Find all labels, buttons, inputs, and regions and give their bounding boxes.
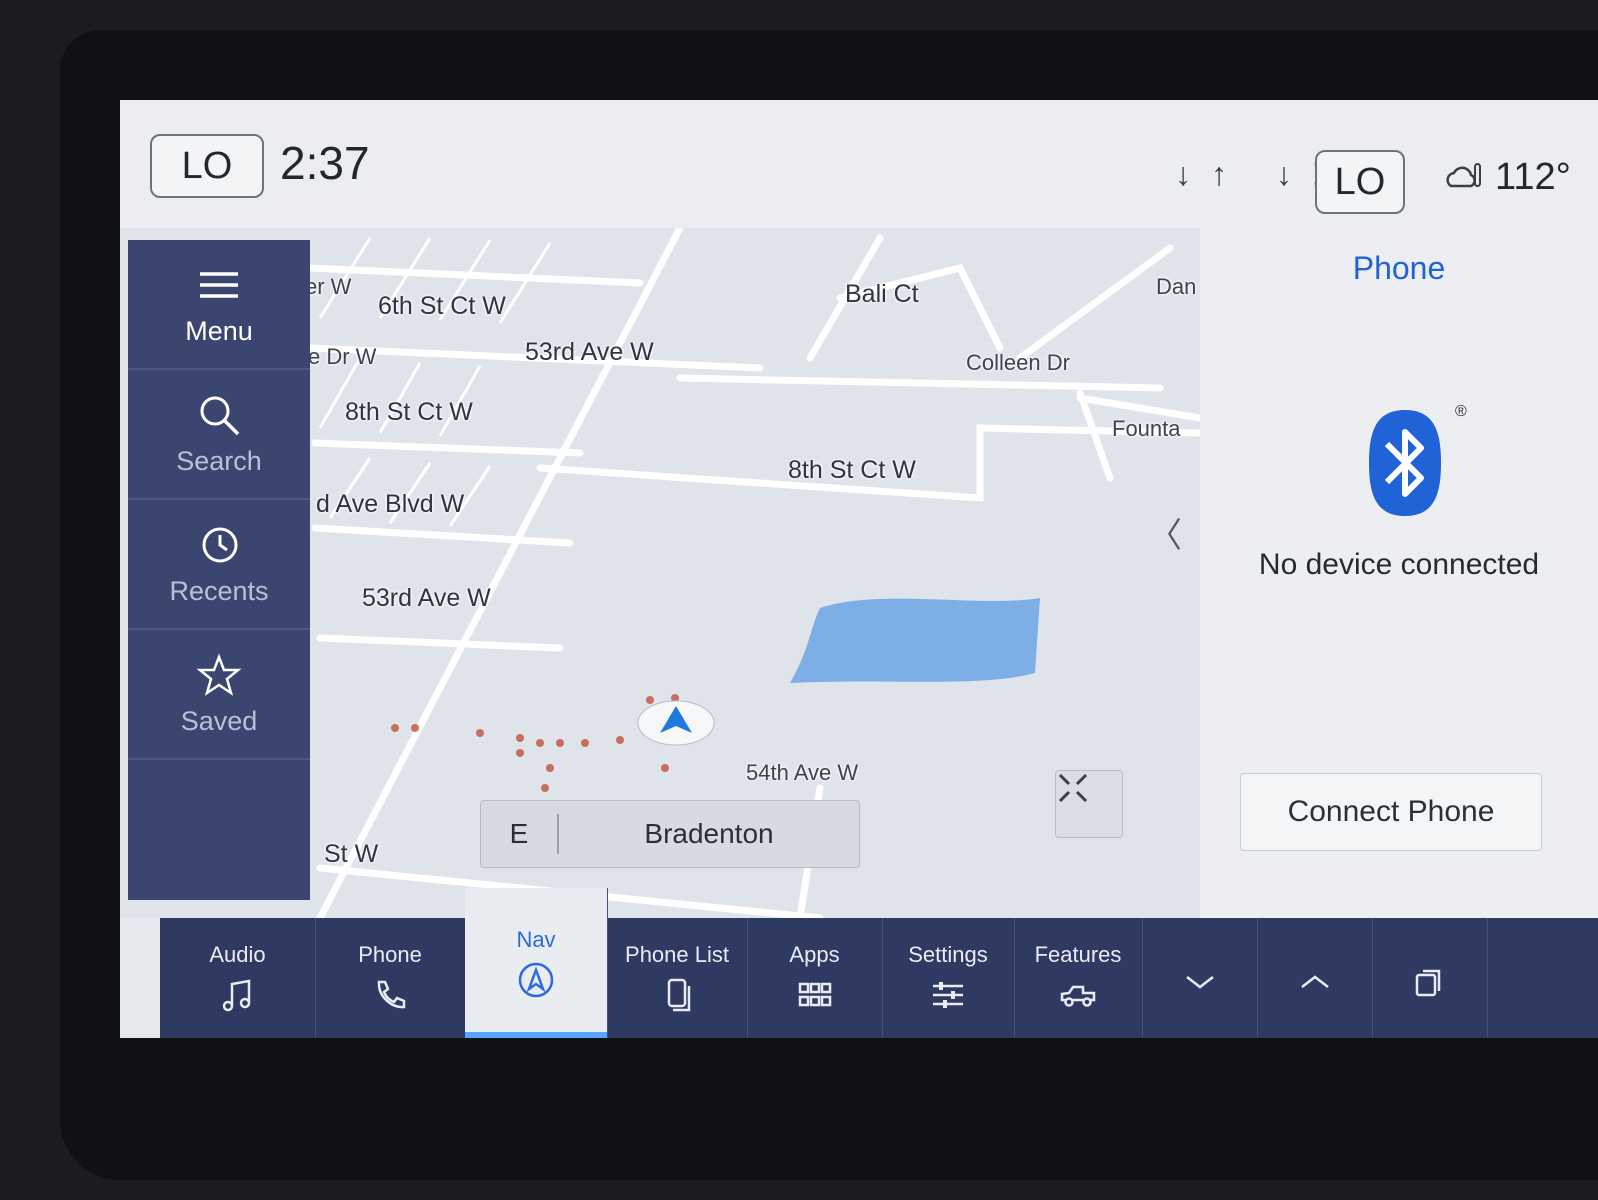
phone-panel: Phone ® No device connected Connect Phon…	[1200, 228, 1598, 918]
connection-status: No device connected	[1258, 548, 1540, 581]
street-label: 6th St Ct W	[378, 292, 506, 320]
tab-settings-label: Settings	[908, 942, 988, 967]
tab-features[interactable]: Features	[1014, 918, 1143, 1038]
passenger-temp-label: LO	[1334, 160, 1386, 203]
infotainment-screen: LO 2:37 ↓↑ ↓! LO 112° er W 6th St Ct W e…	[120, 100, 1598, 1038]
cards-stack-icon	[1415, 969, 1440, 997]
chevron-up-icon	[1300, 975, 1329, 988]
bottom-tab-bar: Audio Phone Nav Phone List Apps Settings…	[160, 888, 1598, 1038]
outside-temp-value: 112°	[1495, 156, 1571, 198]
street-label: e Dr W	[308, 344, 377, 369]
street-label: Dan	[1156, 274, 1197, 299]
cloud-thermometer-icon	[1446, 162, 1481, 187]
heading-indicator: E	[481, 814, 559, 854]
phone-icon	[377, 980, 406, 1009]
street-label: 53rd Ave W	[362, 584, 491, 612]
saved-button[interactable]: Saved	[128, 630, 310, 760]
tab-phone[interactable]: Phone	[315, 918, 466, 1038]
passenger-temp-button[interactable]: LO	[1315, 150, 1405, 214]
star-icon	[196, 653, 242, 696]
nav-icon	[518, 962, 554, 998]
search-button[interactable]: Search	[128, 370, 310, 500]
tab-phone-label: Phone	[358, 942, 422, 967]
heading-city-bar[interactable]: E Bradenton	[480, 800, 860, 868]
outside-temp: 112°	[1445, 156, 1571, 199]
tab-features-label: Features	[1034, 942, 1122, 967]
connect-phone-label: Connect Phone	[1287, 795, 1495, 828]
sliders-icon	[933, 982, 963, 1008]
bluetooth-icon	[1369, 410, 1441, 516]
scroll-down-button[interactable]	[1142, 918, 1258, 1038]
status-bar: LO 2:37 ↓↑ ↓! LO 112°	[120, 100, 1598, 230]
tab-apps-label: Apps	[789, 942, 840, 967]
phone-list-icon	[667, 978, 691, 1012]
street-label: Founta	[1112, 416, 1181, 441]
collapse-panel-button[interactable]: 〈	[1148, 508, 1182, 557]
panel-title: Phone	[1352, 250, 1446, 286]
street-label: Bali Ct	[845, 280, 919, 308]
tab-audio[interactable]: Audio	[160, 918, 316, 1038]
street-label: St W	[324, 840, 379, 868]
music-note-icon	[222, 979, 250, 1012]
street-label: 54th Ave W	[746, 760, 859, 785]
scroll-up-button[interactable]	[1257, 918, 1373, 1038]
tab-nav-label: Nav	[516, 927, 556, 952]
menu-button[interactable]: Menu	[128, 240, 310, 370]
saved-label: Saved	[180, 705, 258, 736]
apps-grid-icon	[798, 982, 831, 1007]
truck-icon	[1060, 985, 1096, 1007]
menu-label: Menu	[185, 315, 253, 346]
search-icon	[200, 396, 240, 435]
driver-temp-label: LO	[181, 144, 233, 187]
recents-button[interactable]: Recents	[128, 500, 310, 630]
history-icon	[202, 527, 238, 562]
tab-apps[interactable]: Apps	[747, 918, 883, 1038]
connect-phone-button[interactable]: Connect Phone	[1240, 773, 1542, 851]
street-label: d Ave Blvd W	[316, 490, 465, 518]
street-label: Colleen Dr	[966, 350, 1070, 375]
tab-phone-list[interactable]: Phone List	[607, 918, 748, 1038]
tab-audio-label: Audio	[209, 942, 266, 967]
search-label: Search	[176, 445, 262, 476]
tab-phone-list-label: Phone List	[625, 942, 729, 967]
recents-label: Recents	[169, 575, 269, 606]
clock: 2:37	[280, 137, 370, 189]
tab-settings[interactable]: Settings	[882, 918, 1015, 1038]
chevron-down-icon	[1185, 976, 1214, 989]
expand-icon	[1058, 773, 1088, 803]
fullscreen-map-button[interactable]	[1055, 770, 1123, 838]
current-city: Bradenton	[644, 818, 774, 849]
street-label: 8th St Ct W	[345, 398, 473, 426]
app-switcher-button[interactable]	[1372, 918, 1488, 1038]
street-label: 53rd Ave W	[525, 338, 654, 366]
current-location-icon	[637, 700, 715, 746]
nav-side-menu: Menu Search Recents Saved	[128, 240, 310, 900]
registered-mark: ®	[1455, 403, 1467, 420]
hamburger-icon	[200, 271, 238, 298]
active-tab-indicator	[465, 1032, 607, 1038]
driver-temp-button[interactable]: LO	[150, 134, 264, 198]
street-label: 8th St Ct W	[788, 456, 916, 484]
tab-nav[interactable]: Nav	[465, 888, 608, 1038]
street-label: er W	[305, 274, 352, 299]
